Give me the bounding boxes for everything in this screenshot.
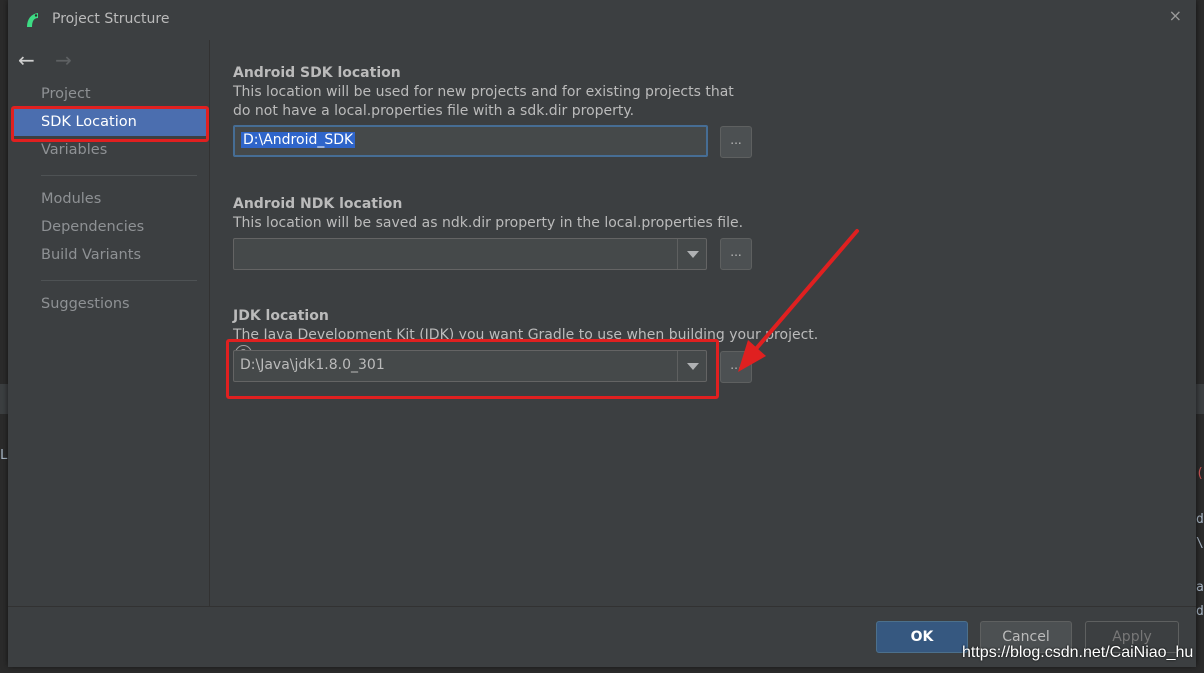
background-editor-strip-right [1196, 384, 1204, 414]
close-icon[interactable]: × [1169, 6, 1182, 25]
sdk-section-title: Android SDK location [233, 65, 401, 81]
sidebar-item-modules[interactable]: Modules [12, 185, 208, 213]
jdk-section-title: JDK location [233, 308, 329, 324]
sdk-browse-button[interactable]: ... [720, 126, 752, 158]
background-editor-char: \ [1196, 536, 1204, 551]
ndk-section-title: Android NDK location [233, 196, 403, 212]
ndk-path-combo[interactable] [233, 238, 707, 270]
dialog-title: Project Structure [52, 11, 170, 27]
sdk-location-panel: Android SDK location This location will … [210, 40, 1196, 606]
chevron-down-icon[interactable] [687, 251, 699, 258]
dialog-titlebar[interactable]: Project Structure × [8, 0, 1196, 40]
sdk-location-highlight-box [11, 106, 209, 142]
combo-divider [677, 239, 678, 269]
nav-arrows: ← → [18, 48, 86, 72]
background-editor-char: L [0, 448, 8, 463]
sdk-path-field[interactable]: D:\Android_SDK [233, 125, 708, 157]
background-editor-char: d [1196, 512, 1204, 527]
project-structure-dialog: Project Structure × ← → Project SDK Loca… [8, 0, 1196, 667]
ok-button[interactable]: OK [876, 621, 968, 653]
background-editor-char: d [1196, 604, 1204, 619]
sidebar-item-suggestions[interactable]: Suggestions [12, 290, 208, 318]
sidebar-item-dependencies[interactable]: Dependencies [12, 213, 208, 241]
sidebar-item-project[interactable]: Project [12, 80, 208, 108]
sdk-path-value: D:\Android_SDK [241, 132, 356, 148]
sidebar-separator [41, 280, 197, 281]
background-editor-char: ( [1196, 466, 1204, 481]
background-editor-char: a [1196, 580, 1204, 595]
jdk-highlight-box [226, 339, 719, 399]
android-studio-icon [27, 13, 38, 27]
jdk-browse-button[interactable]: ... [720, 351, 752, 383]
sdk-section-description: This location will be used for new proje… [233, 84, 734, 119]
ndk-section-description: This location will be saved as ndk.dir p… [233, 215, 744, 231]
back-arrow-icon[interactable]: ← [18, 48, 35, 72]
sidebar-separator [41, 175, 197, 176]
forward-arrow-icon[interactable]: → [55, 48, 72, 72]
sidebar-item-build-variants[interactable]: Build Variants [12, 241, 208, 269]
ndk-browse-button[interactable]: ... [720, 238, 752, 270]
watermark: https://blog.csdn.net/CaiNiao_hu [962, 644, 1194, 661]
background-editor-strip-left [0, 384, 8, 414]
